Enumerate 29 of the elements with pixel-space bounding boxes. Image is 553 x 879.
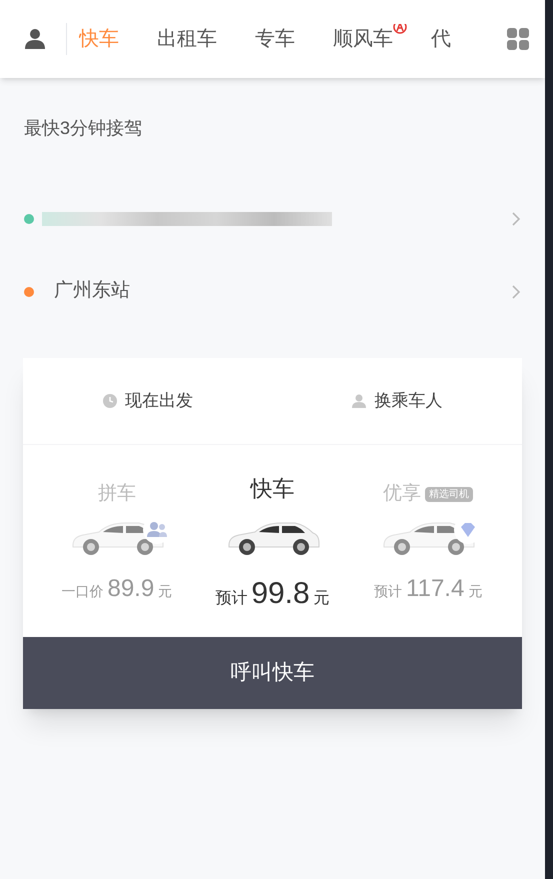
call-car-button[interactable]: 呼叫快车: [23, 637, 522, 709]
option-button[interactable]: 现在出发: [102, 388, 193, 414]
price-unit: 元: [468, 582, 482, 601]
price-prefix: 预计: [215, 588, 248, 609]
price-value: 117.4: [406, 574, 464, 604]
pickup-eta: 最快3分钟接驾: [23, 117, 144, 140]
price-unit: 元: [158, 582, 172, 601]
person-icon: [352, 394, 366, 408]
address-text[interactable]: 广州东站: [54, 277, 130, 306]
ride-tag: 精选司机: [425, 486, 474, 502]
tab[interactable]: 出租车: [157, 24, 217, 54]
price-unit: 元: [314, 589, 330, 609]
ride-name: 拼车: [98, 482, 136, 506]
chevron-right-icon[interactable]: [511, 210, 521, 226]
option-button[interactable]: 换乘车人: [352, 388, 442, 414]
grid-menu-icon[interactable]: [507, 28, 529, 50]
price-value: 89.9: [107, 574, 154, 604]
clock-icon: [102, 394, 117, 408]
user-icon[interactable]: [24, 28, 46, 50]
tab[interactable]: 专车: [255, 24, 295, 54]
price-prefix: 预计: [374, 582, 402, 601]
chevron-right-icon[interactable]: [511, 284, 521, 300]
price-value: 99.8: [251, 576, 310, 612]
tab[interactable]: 顺风车: [333, 24, 393, 54]
ride-name: 快车: [250, 474, 294, 502]
tab[interactable]: 代: [431, 24, 451, 54]
ride-option[interactable]: 快车 预计 99.8 元: [194, 473, 350, 616]
price-prefix: 一口价: [61, 582, 104, 601]
ride-name: 优享: [383, 482, 422, 506]
